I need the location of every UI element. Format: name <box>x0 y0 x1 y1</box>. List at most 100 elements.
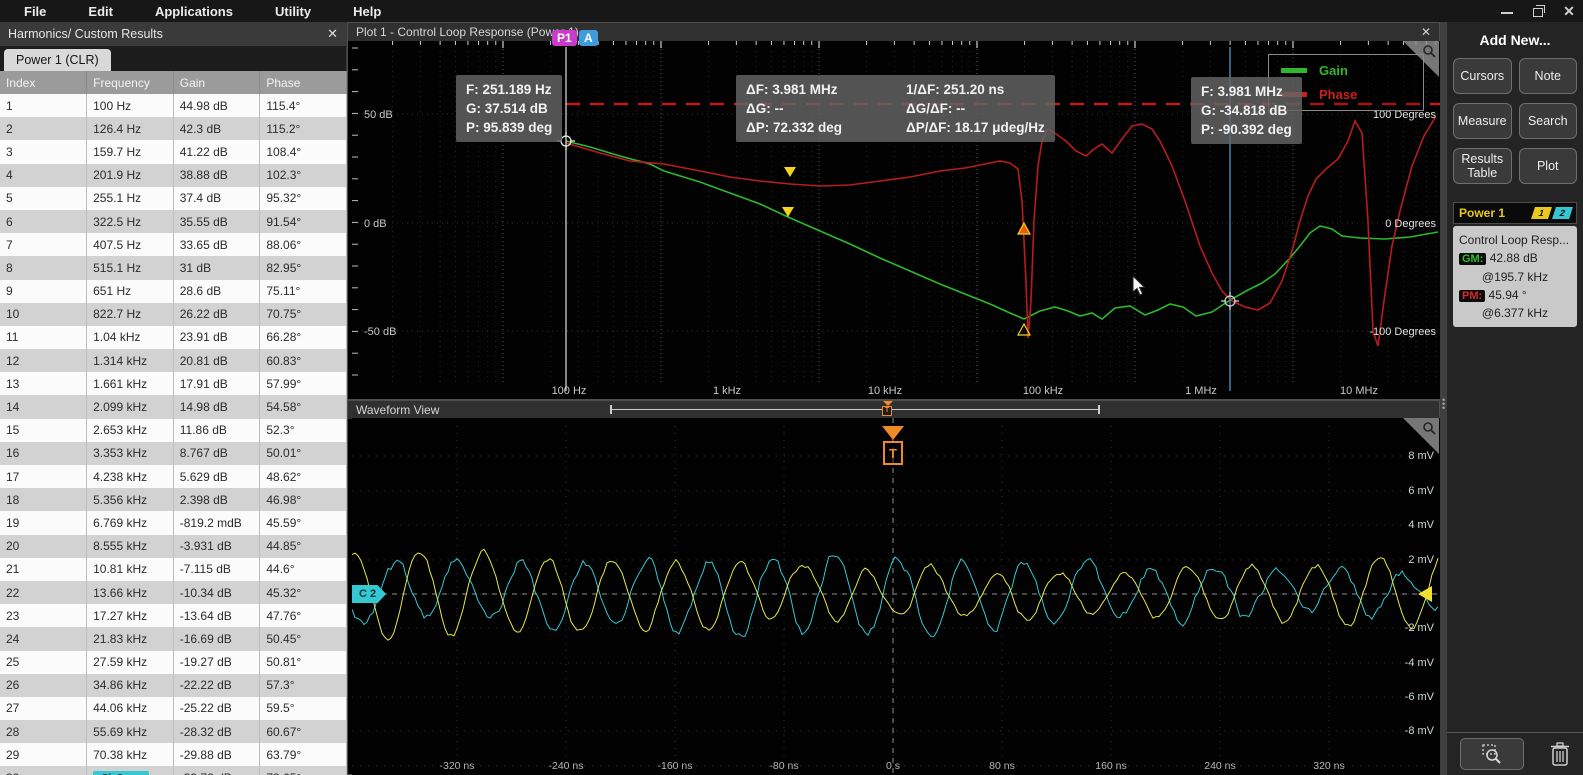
channel-1-chip: 1 <box>1531 207 1552 219</box>
cursors-button[interactable]: Cursors <box>1453 58 1512 94</box>
badge-cursor-a[interactable]: A <box>579 30 598 46</box>
svg-text:-8 mV: -8 mV <box>1405 725 1435 737</box>
splitter-handle: • • • <box>1442 395 1446 413</box>
svg-text:1 kHz: 1 kHz <box>713 385 741 397</box>
cursor-b-readout[interactable]: F: 3.981 MHz G: -34.818 dB P: -90.392 de… <box>1191 77 1302 145</box>
svg-text:-6 mV: -6 mV <box>1405 691 1435 703</box>
table-row[interactable]: 27 44.06 kHz -25.22 dB 59.5° <box>0 696 347 721</box>
svg-text:100 Hz: 100 Hz <box>552 385 587 397</box>
results-panel-title: Harmonics/ Custom Results <box>8 27 163 41</box>
svg-text:-100 Degrees: -100 Degrees <box>1369 326 1436 338</box>
table-row[interactable]: 14 2.099 kHz 14.98 dB 54.58° <box>0 395 347 419</box>
table-row[interactable]: 11 1.04 kHz 23.91 dB 66.28° <box>0 325 347 350</box>
svg-text:160 ns: 160 ns <box>1095 760 1127 772</box>
mouse-cursor <box>1132 274 1146 296</box>
results-table-button[interactable]: Results Table <box>1453 148 1512 184</box>
badge-p1[interactable]: P1 <box>552 30 577 46</box>
table-row[interactable]: 12 1.314 kHz 20.81 dB 60.83° <box>0 349 347 373</box>
waveform-canvas[interactable]: T 8 mV 6 mV 4 mV 2 mV -2 mV -4 mV -6 mV -8 mV -32… <box>352 418 1440 775</box>
table-row[interactable]: 28 55.69 kHz -28.32 dB 60.67° <box>0 720 347 744</box>
measure-button[interactable]: Measure <box>1453 103 1512 139</box>
table-row[interactable]: 17 4.238 kHz 5.629 dB 48.62° <box>0 465 347 489</box>
svg-text:6 mV: 6 mV <box>1408 485 1434 497</box>
svg-text:10 kHz: 10 kHz <box>868 385 902 397</box>
bode-title-bar[interactable]: Plot 1 - Control Loop Response (Power 1)… <box>348 23 1439 41</box>
trigger-box-icon: T <box>882 406 892 416</box>
trash-icon[interactable] <box>1549 741 1571 767</box>
menu-item-help[interactable]: Help <box>353 4 381 19</box>
table-row[interactable]: 29 70.38 kHz -29.88 dB 63.79° <box>0 743 347 767</box>
table-row[interactable]: 15 2.653 kHz 11.86 dB 52.3° <box>0 418 347 442</box>
table-row[interactable]: 22 13.66 kHz -10.34 dB 45.32° <box>0 580 347 605</box>
results-close-icon[interactable]: ✕ <box>327 26 338 42</box>
table-row[interactable]: 24 21.83 kHz -16.69 dB 50.45° <box>0 627 347 651</box>
svg-text:320 ns: 320 ns <box>1313 760 1345 772</box>
panel-splitter[interactable]: • • • <box>1440 22 1447 775</box>
table-row[interactable]: 3 159.7 Hz 41.22 dB 108.4° <box>0 140 347 164</box>
minimize-icon[interactable] <box>1499 4 1515 18</box>
trigger-position-icon <box>882 426 904 440</box>
table-row[interactable]: 2 126.4 Hz 42.3 dB 115.2° <box>0 117 347 141</box>
table-row[interactable]: 18 5.356 kHz 2.398 dB 46.98° <box>0 488 347 512</box>
menu-bar: File Edit Applications Utility Help ✕ <box>0 0 1583 22</box>
right-panel-bottom <box>1447 732 1583 775</box>
gain-margin-label: GM: <box>1459 253 1487 265</box>
tab-power1-clr[interactable]: Power 1 (CLR) <box>4 49 111 71</box>
menu-item-file[interactable]: File <box>24 4 46 19</box>
math-waveform <box>352 548 1439 641</box>
results-table-header: Index Frequency Gain Phase <box>0 71 347 94</box>
table-row[interactable]: 30Ch 2-33.72 dB73.65° <box>0 766 347 775</box>
svg-text:0 dB: 0 dB <box>364 218 387 230</box>
table-row[interactable]: 6 322.5 Hz 35.55 dB 91.54° <box>0 209 347 234</box>
table-row[interactable]: 26 34.86 kHz -22.22 dB 57.3° <box>0 673 347 697</box>
svg-text:-50 dB: -50 dB <box>364 326 396 338</box>
gain-margin-freq: @195.7 kHz <box>1481 269 1549 284</box>
svg-text:0 s: 0 s <box>886 760 900 772</box>
table-row[interactable]: 19 6.769 kHz -819.2 mdB 45.59° <box>0 511 347 535</box>
cursor-a-readout[interactable]: F: 251.189 Hz G: 37.514 dB P: 95.839 deg <box>456 75 563 143</box>
table-row[interactable]: 23 17.27 kHz -13.64 dB 47.76° <box>0 604 347 628</box>
table-row[interactable]: 20 8.555 kHz -3.931 dB 44.85° <box>0 534 347 558</box>
power1-label: Power 1 <box>1459 206 1506 220</box>
note-button[interactable]: Note <box>1518 58 1577 94</box>
magnifier-icon <box>1423 422 1436 435</box>
phase-margin-label: PM: <box>1459 289 1486 302</box>
magnifier-icon <box>1423 45 1436 58</box>
legend-entry-gain: Gain <box>1281 63 1411 78</box>
table-row[interactable]: 1 100 Hz 44.98 dB 115.4° <box>0 94 347 118</box>
overview-trigger-marker[interactable]: T <box>882 401 894 418</box>
menu-item-applications[interactable]: Applications <box>155 4 233 19</box>
table-row[interactable]: 4 201.9 Hz 38.88 dB 102.3° <box>0 163 347 187</box>
svg-text:-160 ns: -160 ns <box>657 760 692 772</box>
table-row[interactable]: 5 255.1 Hz 37.4 dB 95.32° <box>0 186 347 210</box>
bode-close-icon[interactable]: ✕ <box>1421 25 1431 39</box>
table-row[interactable]: 10 822.7 Hz 26.22 dB 70.75° <box>0 302 347 326</box>
control-loop-response-card[interactable]: Control Loop Resp... GM: 42.88 dB @195.7… <box>1453 226 1577 327</box>
phase-margin-freq: @6.377 kHz <box>1481 306 1549 320</box>
zoom-select-icon <box>1481 744 1501 764</box>
waveform-title-bar[interactable]: Waveform View T <box>348 401 1439 419</box>
table-row[interactable]: 25 27.59 kHz -19.27 dB 50.81° <box>0 650 347 674</box>
restore-icon[interactable] <box>1530 4 1546 18</box>
zoom-mode-button[interactable] <box>1459 738 1524 770</box>
zoom-overview-bar[interactable] <box>610 405 1100 414</box>
svg-text:-240 ns: -240 ns <box>548 760 583 772</box>
table-row[interactable]: 21 10.81 kHz -7.115 dB 44.6° <box>0 557 347 581</box>
table-row[interactable]: 7 407.5 Hz 33.65 dB 88.06° <box>0 233 347 257</box>
table-row[interactable]: 9 651 Hz 28.6 dB 75.11° <box>0 279 347 303</box>
menu-item-edit[interactable]: Edit <box>88 4 113 19</box>
search-button[interactable]: Search <box>1518 103 1577 139</box>
table-row[interactable]: 16 3.353 kHz 8.767 dB 50.01° <box>0 441 347 465</box>
column-header-frequency: Frequency <box>86 71 174 94</box>
svg-text:50 dB: 50 dB <box>364 109 393 121</box>
cursor-delta-readout[interactable]: ΔF: 3.981 MHz 1/ΔF: 251.20 ns ΔG: -- ΔG/ΔF… <box>736 75 1055 143</box>
results-panel-header: Harmonics/ Custom Results ✕ <box>0 22 346 46</box>
table-row[interactable]: 13 1.661 kHz 17.91 dB 57.99° <box>0 372 347 396</box>
oscilloscope-app: File Edit Applications Utility Help ✕ Harmon… <box>0 0 1583 775</box>
plot-button[interactable]: Plot <box>1518 148 1577 184</box>
close-icon[interactable]: ✕ <box>1561 4 1577 18</box>
table-row[interactable]: 8 515.1 Hz 31 dB 82.95° <box>0 256 347 280</box>
menu-item-utility[interactable]: Utility <box>275 4 311 19</box>
channel-2-chip: 2 <box>1552 207 1573 219</box>
power1-source-badge[interactable]: Power 1 1 2 <box>1453 202 1577 224</box>
